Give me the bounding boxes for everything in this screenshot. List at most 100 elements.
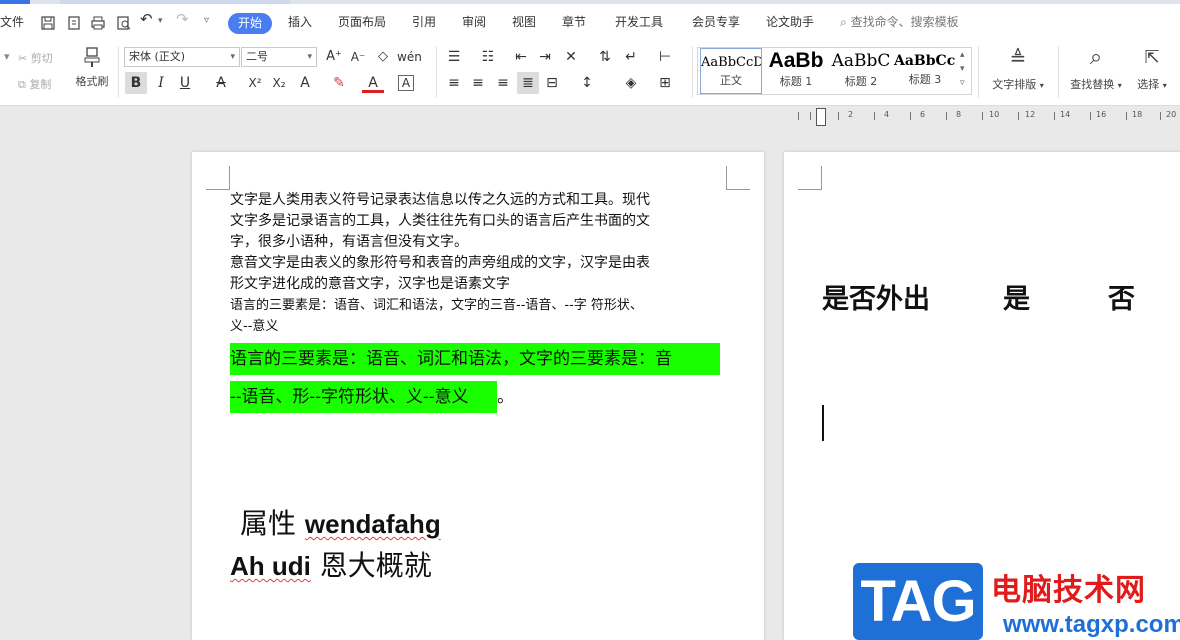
separator (118, 46, 119, 98)
shading-icon[interactable]: ◈ (620, 72, 642, 94)
align-center-icon[interactable]: ≡ (467, 72, 489, 94)
clear-format-icon[interactable]: ◇ (372, 46, 394, 68)
char-border-icon[interactable]: A (398, 75, 414, 91)
justify-icon[interactable]: ≣ (517, 72, 539, 94)
paste-dropdown-icon[interactable]: ▾ (4, 50, 10, 63)
superscript-button[interactable]: X² (244, 72, 266, 94)
font-color-icon[interactable]: A (362, 72, 384, 93)
text-layout-icon: ≜ (1009, 46, 1027, 70)
command-search[interactable]: ⌕ 查找命令、搜索模板 (840, 13, 959, 30)
chevron-down-icon: ▾ (1039, 81, 1044, 90)
document-page-1[interactable]: 文字是人类用表义符号记录表达信息以传之久远的方式和工具。现代 文字多是记录语言的… (192, 152, 764, 640)
style-normal[interactable]: AaBbCcD 正文 (700, 48, 762, 94)
undo-icon[interactable]: ↶ (140, 10, 153, 28)
highlight-color-icon[interactable]: ✎ (328, 72, 350, 94)
ruler-tick (1018, 112, 1019, 120)
text-direction-icon[interactable]: ⇅ (594, 46, 616, 68)
print-icon[interactable] (90, 15, 106, 31)
big-text-line-1[interactable]: 属性 wendafahg (240, 502, 441, 542)
highlighted-line-1[interactable]: 语言的三要素是：语音、词汇和语法，文字的三要素是：音 (230, 343, 720, 375)
align-right-icon[interactable]: ≡ (492, 72, 514, 94)
show-marks-icon[interactable]: ↵ (620, 46, 642, 68)
pinyin-guide-icon[interactable]: wén (397, 46, 422, 68)
underline-button[interactable]: U (174, 72, 196, 94)
text-layout-button[interactable]: ≜ 文字排版 ▾ (988, 46, 1048, 92)
quick-access-more-icon[interactable]: ▿ (204, 15, 209, 26)
font-name-select[interactable]: 宋体 (正文) ▾ (124, 47, 240, 67)
scissors-icon: ✂ (18, 52, 28, 65)
style-heading-3[interactable]: AaBbCcI 标题 3 (894, 48, 956, 94)
paragraph-writing[interactable]: 文字是人类用表义符号记录表达信息以传之久远的方式和工具。现代 文字多是记录语言的… (230, 190, 730, 253)
margin-corner-mark (206, 166, 230, 190)
text-effect-icon[interactable]: A (294, 72, 316, 94)
cut-button[interactable]: ✂ 剪切 (18, 50, 53, 66)
export-pdf-icon[interactable] (66, 15, 82, 31)
chinese-layout-icon[interactable]: ✕ (560, 46, 582, 68)
tab-insert[interactable]: 插入 (288, 13, 312, 30)
line-spacing-icon[interactable]: ↕ (576, 72, 598, 94)
bullet-list-icon[interactable]: ☰ (443, 46, 465, 68)
grow-font-icon[interactable]: A⁺ (323, 46, 345, 68)
distributed-align-icon[interactable]: ⊟ (541, 72, 563, 94)
format-painter-button[interactable]: 格式刷 (72, 46, 112, 89)
italic-button[interactable]: I (150, 72, 172, 94)
indent-marker-icon[interactable] (816, 108, 826, 126)
select-button[interactable]: ⇱ 选择 ▾ (1132, 46, 1172, 92)
ruler-tick (1160, 112, 1161, 120)
ruler-tick (1090, 112, 1091, 120)
cursor-arrow-icon: ⇱ (1144, 47, 1160, 68)
site-watermark-logo: TAG 电脑技术网 www.tagxp.com (853, 563, 1180, 640)
ruler-tick (874, 112, 875, 120)
decrease-indent-icon[interactable]: ⇤ (510, 46, 532, 68)
tab-page-layout[interactable]: 页面布局 (338, 13, 386, 30)
separator (436, 46, 437, 98)
chevron-down-icon: ▾ (1117, 81, 1122, 90)
table-cell-no[interactable]: 否 (1108, 277, 1135, 316)
paragraph-three-elements[interactable]: 语言的三要素是：语音、词汇和语法，文字的三音--语音、--字 符形状、 义--意… (230, 295, 730, 337)
big-text-line-2[interactable]: Ah udi 恩大概就 (230, 544, 432, 584)
highlighted-line-2[interactable]: --语音、形--字符形状、义--意义 (230, 381, 497, 413)
strikethrough-button[interactable]: A (210, 72, 232, 94)
subscript-button[interactable]: X₂ (268, 72, 290, 94)
distribute-icon[interactable]: ⊢ (654, 46, 676, 68)
tab-developer[interactable]: 开发工具 (615, 13, 663, 30)
separator (1058, 46, 1059, 98)
ruler-tick (798, 112, 799, 120)
styles-more-icon[interactable]: ▿ (960, 78, 965, 88)
paragraph-ideophonetic[interactable]: 意音文字是由表义的象形符号和表音的声旁组成的文字，汉字是由表 形文字进化成的意音… (230, 253, 730, 295)
styles-scroll-up-icon[interactable]: ▴ (960, 50, 965, 60)
copy-button[interactable]: ⧉ 复制 (18, 76, 51, 92)
redo-icon[interactable]: ↷ (176, 10, 189, 28)
find-replace-button[interactable]: ⌕ 查找替换 ▾ (1066, 46, 1126, 92)
ruler-tick (982, 112, 983, 120)
table-cell-go-out[interactable]: 是否外出 (822, 277, 930, 316)
font-size-select[interactable]: 二号 ▾ (241, 47, 317, 67)
numbered-list-icon[interactable]: ☷ (477, 46, 499, 68)
margin-corner-mark (798, 166, 822, 190)
undo-dropdown-icon[interactable]: ▾ (158, 16, 163, 26)
borders-icon[interactable]: ⊞ (654, 72, 676, 94)
tab-chapter[interactable]: 章节 (562, 13, 586, 30)
print-preview-icon[interactable] (116, 15, 132, 31)
styles-scroll-down-icon[interactable]: ▾ (960, 64, 965, 74)
sentence-period: 。 (497, 387, 514, 407)
table-cell-yes[interactable]: 是 (1003, 277, 1030, 316)
magnifier-icon: ⌕ (1089, 45, 1103, 70)
align-left-icon[interactable]: ≡ (443, 72, 465, 94)
style-heading-2[interactable]: AaBbC 标题 2 (830, 48, 892, 94)
tab-review[interactable]: 审阅 (462, 13, 486, 30)
file-menu[interactable]: 文件 (0, 13, 24, 30)
tab-paper-assistant[interactable]: 论文助手 (766, 13, 814, 30)
style-heading-1[interactable]: AaBb 标题 1 (764, 48, 828, 94)
tab-view[interactable]: 视图 (512, 13, 536, 30)
horizontal-ruler[interactable]: 2 4 6 8 10 12 14 16 18 20 (792, 108, 1180, 126)
tab-references[interactable]: 引用 (412, 13, 436, 30)
tab-member[interactable]: 会员专享 (692, 13, 740, 30)
bold-button[interactable]: B (125, 72, 147, 94)
search-input[interactable]: 查找命令、搜索模板 (851, 15, 959, 29)
brush-icon (84, 47, 100, 67)
tab-home[interactable]: 开始 (228, 13, 272, 34)
save-icon[interactable] (40, 15, 56, 31)
increase-indent-icon[interactable]: ⇥ (534, 46, 556, 68)
shrink-font-icon[interactable]: A⁻ (347, 46, 369, 68)
